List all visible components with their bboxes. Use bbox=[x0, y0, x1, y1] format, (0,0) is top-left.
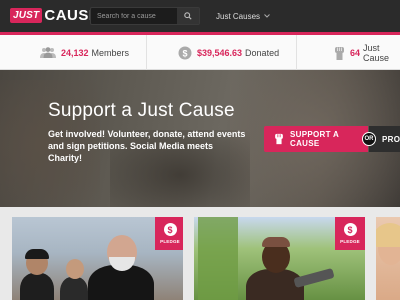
pledge-badge[interactable]: $ PLEDGE bbox=[155, 217, 183, 250]
dollar-icon: $ bbox=[343, 223, 357, 236]
logo-just: JUST bbox=[10, 8, 43, 23]
chevron-down-icon bbox=[264, 14, 270, 18]
logo[interactable]: JUST CAUSE bbox=[10, 7, 99, 24]
dollar-icon: $ bbox=[178, 46, 192, 60]
members-count: 24,132 bbox=[61, 47, 89, 58]
stat-causes: 64 Just Cause bbox=[334, 35, 400, 70]
causes-count: 64 bbox=[350, 47, 361, 58]
donated-label: Donated bbox=[245, 47, 280, 58]
members-icon bbox=[40, 47, 56, 58]
search-button[interactable] bbox=[177, 8, 199, 24]
search-icon bbox=[184, 12, 192, 20]
hero-subtitle: Get involved! Volunteer, donate, attend … bbox=[48, 129, 246, 163]
or-badge: OR bbox=[362, 132, 376, 146]
card-photo-figure bbox=[262, 237, 290, 247]
top-navbar: JUST CAUSE Just Causes bbox=[0, 0, 400, 32]
fist-icon bbox=[334, 46, 345, 60]
card-photo-figure bbox=[376, 223, 400, 247]
svg-text:$: $ bbox=[182, 48, 187, 58]
support-cause-button[interactable]: SUPPORT A CAUSE bbox=[264, 126, 368, 152]
cause-card[interactable] bbox=[376, 217, 400, 300]
search-input[interactable] bbox=[91, 8, 179, 24]
cause-card[interactable]: $ PLEDGE bbox=[194, 217, 365, 300]
card-photo-figure bbox=[25, 249, 49, 259]
card-photo-figure bbox=[198, 217, 238, 300]
card-photo-figure bbox=[20, 273, 54, 300]
pledge-label: PLEDGE bbox=[340, 239, 360, 244]
dollar-icon: $ bbox=[163, 223, 177, 236]
causes-dropdown-label: Just Causes bbox=[216, 11, 261, 21]
hero-title: Support a Just Cause bbox=[48, 100, 235, 121]
stats-divider bbox=[296, 35, 297, 70]
stats-divider bbox=[146, 35, 147, 70]
fist-icon bbox=[274, 133, 284, 145]
cause-cards: $ PLEDGE $ PLEDGE bbox=[0, 207, 400, 300]
pledge-label: PLEDGE bbox=[160, 239, 180, 244]
stat-members: 24,132 Members bbox=[40, 35, 129, 70]
donated-amount: $39,546.63 bbox=[197, 47, 243, 58]
members-label: Members bbox=[91, 47, 130, 58]
pledge-badge[interactable]: $ PLEDGE bbox=[335, 217, 365, 250]
causes-label: Just Cause bbox=[363, 42, 390, 63]
search-box bbox=[90, 7, 200, 25]
stat-donated: $ $39,546.63 Donated bbox=[178, 35, 279, 70]
card-photo-figure bbox=[293, 267, 335, 289]
stats-bar: 24,132 Members $ $39,546.63 Donated 64 J… bbox=[0, 35, 400, 70]
card-photo-figure bbox=[60, 277, 88, 300]
pro-button-label: PRO bbox=[382, 134, 400, 144]
card-photo-figure bbox=[66, 259, 84, 279]
support-cause-label: SUPPORT A CAUSE bbox=[290, 130, 339, 148]
cause-card[interactable]: $ PLEDGE bbox=[12, 217, 183, 300]
causes-dropdown[interactable]: Just Causes bbox=[216, 7, 270, 25]
